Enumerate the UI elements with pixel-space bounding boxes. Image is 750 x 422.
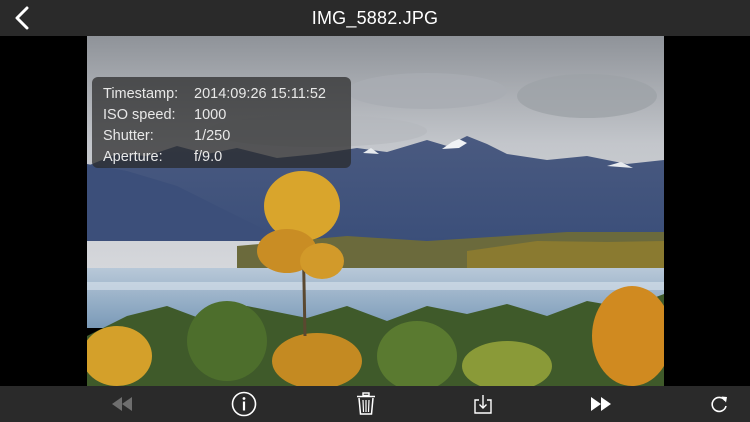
- exif-label: Shutter:: [103, 128, 154, 144]
- exif-value: f/9.0: [194, 149, 223, 165]
- exif-value: 1/250: [194, 128, 231, 144]
- previous-button[interactable]: [107, 390, 137, 418]
- info-icon: [231, 391, 257, 417]
- photo-viewer[interactable]: Timestamp: 2014:09:26 15:11:52 ISO speed…: [0, 36, 750, 386]
- exif-label: Timestamp:: [103, 86, 179, 102]
- trash-icon: [357, 392, 375, 415]
- exif-value: 2014:09:26 15:11:52: [194, 86, 326, 102]
- bottom-toolbar: [0, 386, 750, 422]
- info-button[interactable]: [229, 390, 259, 418]
- navigation-bar: IMG_5882.JPG: [0, 0, 750, 36]
- next-button[interactable]: [586, 390, 616, 418]
- page-title: IMG_5882.JPG: [311, 8, 439, 28]
- fast-forward-icon: [591, 397, 611, 411]
- rotate-icon: [711, 396, 727, 413]
- exif-value: 1000: [194, 107, 227, 123]
- rewind-icon: [112, 397, 132, 411]
- save-button[interactable]: [468, 390, 498, 418]
- download-icon: [474, 395, 492, 414]
- exif-label: Aperture:: [103, 149, 163, 165]
- delete-button[interactable]: [351, 390, 381, 418]
- exif-info-panel: Timestamp: 2014:09:26 15:11:52 ISO speed…: [92, 77, 351, 168]
- rotate-button[interactable]: [704, 390, 734, 418]
- exif-label: ISO speed:: [103, 107, 176, 123]
